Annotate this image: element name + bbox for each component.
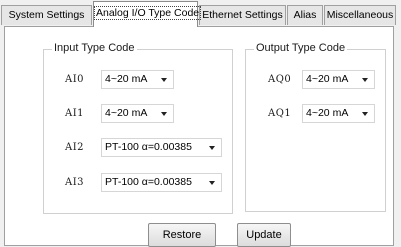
group-title: Input Type Code <box>52 42 137 54</box>
tab-label: Ethernet Settings <box>202 9 283 21</box>
tab-label: Miscellaneous <box>326 9 394 21</box>
chevron-down-icon <box>161 112 167 116</box>
tab-ethernet-settings[interactable]: Ethernet Settings <box>199 5 286 25</box>
select-value: 4~20 mA <box>105 73 148 85</box>
chevron-down-icon <box>362 112 368 116</box>
aq0-label: AQ0 <box>268 74 292 85</box>
ai2-type-select[interactable]: PT-100 α=0.00385 <box>101 138 222 157</box>
chevron-down-icon <box>209 146 215 150</box>
tab-analog-io-type-code[interactable]: Analog I/O Type Code <box>93 1 202 27</box>
tab-strip: System Settings Analog I/O Type Code Eth… <box>0 0 401 27</box>
select-value: 4~20 mA <box>306 107 349 119</box>
ai1-type-select[interactable]: 4~20 mA <box>101 104 174 123</box>
aq1-label: AQ1 <box>268 108 292 119</box>
group-title: Output Type Code <box>254 42 348 54</box>
ai3-type-select[interactable]: PT-100 α=0.00385 <box>101 173 222 192</box>
output-type-code-group: Output Type Code AQ0 4~20 mA AQ1 4~20 mA <box>245 42 386 212</box>
input-type-code-group: Input Type Code AI0 4~20 mA AI1 4~20 mA … <box>43 42 233 214</box>
ai1-label: AI1 <box>65 108 85 119</box>
chevron-down-icon <box>362 78 368 82</box>
select-value: PT-100 α=0.00385 <box>105 141 192 153</box>
tab-label: Alias <box>293 9 317 21</box>
restore-button[interactable]: Restore <box>148 223 216 247</box>
ai3-label: AI3 <box>65 177 85 188</box>
tab-alias[interactable]: Alias <box>287 5 323 25</box>
select-value: PT-100 α=0.00385 <box>105 176 192 188</box>
aq0-type-select[interactable]: 4~20 mA <box>302 70 375 89</box>
analog-io-page: Input Type Code AI0 4~20 mA AI1 4~20 mA … <box>4 26 394 247</box>
tab-system-settings[interactable]: System Settings <box>1 5 92 25</box>
ai0-label: AI0 <box>65 74 85 85</box>
ai0-type-select[interactable]: 4~20 mA <box>101 70 174 89</box>
select-value: 4~20 mA <box>105 107 148 119</box>
update-button[interactable]: Update <box>237 223 291 247</box>
aq1-type-select[interactable]: 4~20 mA <box>302 104 375 123</box>
tab-label: Analog I/O Type Code <box>94 6 202 20</box>
ai2-label: AI2 <box>65 142 85 153</box>
select-value: 4~20 mA <box>306 73 349 85</box>
tab-label: System Settings <box>8 9 85 21</box>
chevron-down-icon <box>209 181 215 185</box>
chevron-down-icon <box>161 78 167 82</box>
tab-miscellaneous[interactable]: Miscellaneous <box>324 5 396 25</box>
